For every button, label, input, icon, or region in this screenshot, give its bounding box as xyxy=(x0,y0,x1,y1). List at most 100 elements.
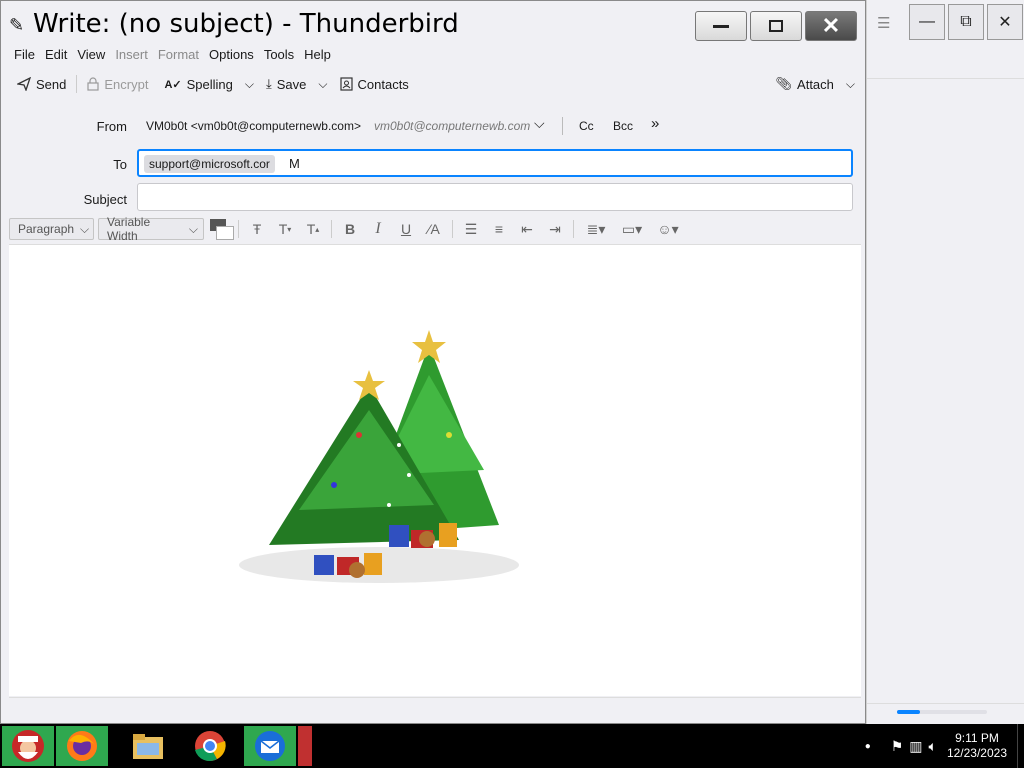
toolbar-separator xyxy=(452,220,453,238)
outdent-icon[interactable]: ⇤ xyxy=(515,218,539,240)
menu-edit[interactable]: Edit xyxy=(40,47,72,65)
send-button[interactable]: Send xyxy=(9,71,74,97)
window-title: Write: (no subject) - Thunderbird xyxy=(33,9,459,39)
attach-label: Attach xyxy=(797,76,834,92)
compose-toolbar: Send Encrypt A✓ Spelling ⌵ ⤓ Save ⌵ Cont… xyxy=(9,69,859,99)
chevron-down-icon: ⌵ xyxy=(80,221,90,236)
from-label: From xyxy=(96,119,127,134)
spelling-button[interactable]: A✓ Spelling xyxy=(156,71,240,97)
font-size-reset-icon[interactable]: Ŧ xyxy=(245,218,269,240)
align-icon[interactable]: ≣▾ xyxy=(580,218,612,240)
larger-font-icon[interactable]: T ▴ xyxy=(301,218,325,240)
save-dropdown-chevron-icon[interactable]: ⌵ xyxy=(314,77,331,92)
chrome-taskbar-button[interactable] xyxy=(184,726,236,766)
tray-dot-icon[interactable]: ● xyxy=(865,741,871,752)
send-icon xyxy=(17,77,31,91)
message-body[interactable] xyxy=(9,244,861,696)
format-toolbar: Paragraph ⌵ Variable Width ⌵ Ŧ T ▾ T ▴ B I… xyxy=(9,215,859,243)
from-selector[interactable]: VM0b0t <vm0b0t@computernewb.com> xyxy=(146,119,361,133)
menu-help[interactable]: Help xyxy=(299,47,336,65)
titlebar: ✎ Write: (no subject) - Thunderbird ✕ xyxy=(1,1,865,45)
subject-label: Subject xyxy=(83,192,127,207)
encrypt-button[interactable]: Encrypt xyxy=(79,71,156,97)
numbered-list-icon[interactable]: ≡ xyxy=(487,218,511,240)
menu-tools[interactable]: Tools xyxy=(259,47,299,65)
firefox-taskbar-button[interactable] xyxy=(56,726,108,766)
from-dropdown-chevron-icon[interactable]: ⌵ xyxy=(534,115,545,132)
status-bar xyxy=(9,697,861,720)
menu-file[interactable]: File xyxy=(9,47,40,65)
recipient-pill[interactable]: support@microsoft.cor xyxy=(144,155,275,173)
background-color-swatch xyxy=(216,226,234,240)
restore-button[interactable]: ⧉ xyxy=(948,4,984,40)
toolbar-separator xyxy=(573,220,574,238)
menu-insert[interactable]: Insert xyxy=(110,47,153,65)
compose-window: ✎ Write: (no subject) - Thunderbird ✕ Fi… xyxy=(0,0,866,724)
from-identity: vm0b0t@computernewb.com xyxy=(374,119,531,133)
taskbar-edge xyxy=(298,726,312,766)
insert-image-icon[interactable]: ▭▾ xyxy=(616,218,648,240)
maximize-icon xyxy=(769,20,783,32)
flag-icon[interactable]: ⚑ xyxy=(891,738,904,755)
to-input-text[interactable]: M xyxy=(289,156,300,171)
firefox-icon xyxy=(67,731,97,761)
bold-icon[interactable]: B xyxy=(338,218,362,240)
network-icon[interactable]: ▥ xyxy=(909,738,922,755)
toolbar-separator xyxy=(331,220,332,238)
menu-format[interactable]: Format xyxy=(153,47,204,65)
minimize-icon xyxy=(713,25,729,28)
save-button[interactable]: ⤓ Save xyxy=(258,71,314,97)
volume-icon[interactable]: 🔈︎ xyxy=(929,738,937,755)
font-select[interactable]: Variable Width ⌵ xyxy=(98,215,204,243)
show-desktop-button[interactable] xyxy=(1017,724,1024,768)
to-field[interactable]: support@microsoft.cor M xyxy=(137,149,853,177)
menu-view[interactable]: View xyxy=(72,47,110,65)
file-explorer-taskbar-button[interactable] xyxy=(122,726,174,766)
bullet-list-icon[interactable]: ☰ xyxy=(459,218,483,240)
paperclip-icon: 📎︎ xyxy=(775,76,793,91)
attach-button[interactable]: 📎︎ Attach xyxy=(768,71,842,97)
paragraph-select[interactable]: Paragraph ⌵ xyxy=(9,218,94,240)
system-tray: ● ⚑ ▥ 🔈︎ 9:11 PM 12/23/2023 xyxy=(865,724,1024,768)
minimize-button[interactable]: — xyxy=(909,4,945,40)
minimize-button[interactable] xyxy=(695,11,747,41)
to-label: To xyxy=(113,157,127,172)
italic-icon[interactable]: I xyxy=(366,218,390,240)
background-window: ☰ — ⧉ ✕ xyxy=(866,0,1024,724)
toolbar-separator xyxy=(76,75,78,93)
menu-options[interactable]: Options xyxy=(204,47,259,65)
spelling-icon: A✓ xyxy=(164,78,182,91)
thunderbird-taskbar-button[interactable] xyxy=(244,726,296,766)
christmas-trees-image xyxy=(239,330,519,583)
indent-icon[interactable]: ⇥ xyxy=(543,218,567,240)
contacts-button[interactable]: Contacts xyxy=(332,71,417,97)
close-button[interactable]: ✕ xyxy=(805,11,857,41)
background-titlebar: ☰ — ⧉ ✕ xyxy=(867,0,1024,44)
maximize-button[interactable] xyxy=(750,11,802,41)
close-button[interactable]: ✕ xyxy=(987,4,1023,40)
attach-dropdown-chevron-icon[interactable]: ⌵ xyxy=(842,77,859,92)
send-label: Send xyxy=(36,76,67,92)
paragraph-select-value: Paragraph xyxy=(18,222,75,236)
background-toolbar xyxy=(867,44,1024,79)
text-color-picker[interactable] xyxy=(208,218,234,240)
underline-icon[interactable]: U xyxy=(394,218,418,240)
start-button[interactable] xyxy=(2,726,54,766)
toolbar-separator xyxy=(238,220,239,238)
spelling-dropdown-chevron-icon[interactable]: ⌵ xyxy=(241,77,258,92)
more-headers-icon[interactable]: » xyxy=(651,115,659,132)
hamburger-menu-icon[interactable]: ☰ xyxy=(877,14,890,32)
folder-icon xyxy=(133,734,163,759)
pencil-icon: ✎ xyxy=(9,15,25,35)
emoji-icon[interactable]: ☺▾ xyxy=(652,218,684,240)
clock[interactable]: 9:11 PM 12/23/2023 xyxy=(947,731,1007,761)
lock-icon xyxy=(87,77,99,91)
remove-formatting-icon[interactable]: ⁄A xyxy=(422,218,446,240)
subject-input[interactable] xyxy=(137,183,853,211)
encrypt-label: Encrypt xyxy=(104,76,149,92)
close-icon: ✕ xyxy=(821,13,841,38)
download-icon: ⤓ xyxy=(266,76,272,91)
smaller-font-icon[interactable]: T ▾ xyxy=(273,218,297,240)
bcc-button[interactable]: Bcc xyxy=(613,119,633,133)
cc-button[interactable]: Cc xyxy=(579,119,594,133)
